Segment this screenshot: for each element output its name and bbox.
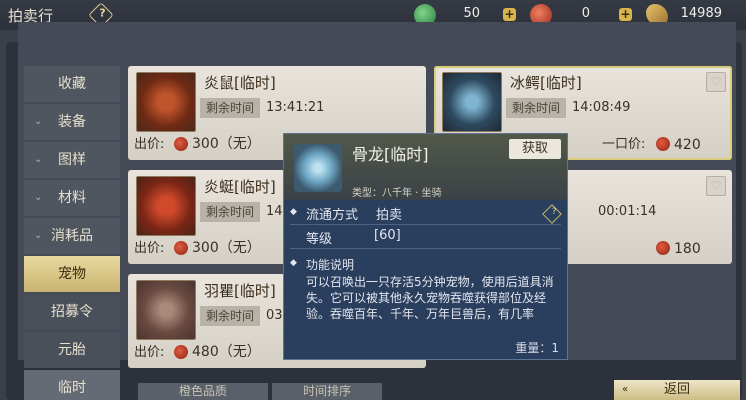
item-image (294, 144, 342, 192)
item-name: 羽瞿[临时] (204, 282, 276, 300)
remaining-time: 03 (266, 308, 283, 323)
price-value: 300（无） (192, 240, 261, 256)
price-value: 480（无） (192, 344, 261, 360)
remaining-time: 00:01:14 (598, 204, 657, 219)
sort-time-button[interactable]: 时间排序 (272, 383, 382, 400)
divider (290, 224, 561, 225)
coin-icon (174, 241, 188, 255)
item-image (136, 280, 196, 340)
chevron-down-icon: ⌄ (34, 192, 43, 203)
price-value: 420 (674, 137, 701, 153)
sidebar-item-patterns[interactable]: ⌄ 图样 (24, 142, 120, 178)
heart-icon[interactable]: ♡ (706, 72, 726, 92)
gold-currency-value: 14989 (680, 6, 722, 21)
bullet-icon: ◆ (290, 207, 297, 217)
remaining-time: 14 (266, 204, 283, 219)
sidebar-item-recruit[interactable]: 招募令 (24, 294, 120, 330)
sidebar-item-temporary[interactable]: 临时 (24, 370, 120, 400)
remaining-time-label: 剩余时间 (506, 98, 566, 118)
item-image (136, 72, 196, 132)
coin-icon (656, 241, 670, 255)
chevron-down-icon: ⌄ (34, 116, 43, 127)
remaining-time: 13:41:21 (266, 100, 325, 115)
sidebar-item-pets[interactable]: 宠物 (24, 256, 120, 292)
sidebar-item-consumables[interactable]: ⌄ 消耗品 (24, 218, 120, 254)
price-value: 180 (674, 241, 701, 257)
item-image (136, 176, 196, 236)
remaining-time: 14:08:49 (572, 100, 631, 115)
item-image (442, 72, 502, 132)
divider (290, 248, 561, 249)
category-sidebar: 收藏 ⌄ 装备 ⌄ 图样 ⌄ 材料 ⌄ 消耗品 宠物 招募令 元胎 临时 (24, 66, 120, 400)
sidebar-item-favorites[interactable]: 收藏 (24, 66, 120, 102)
price-label: 出价: (134, 137, 165, 152)
chevron-down-icon: ⌄ (34, 154, 43, 165)
tooltip-item-type: 类型：八千年 · 坐骑 (352, 188, 442, 199)
acquire-button[interactable]: 获取 (509, 139, 561, 159)
sidebar-item-equipment[interactable]: ⌄ 装备 (24, 104, 120, 140)
item-name: 冰鳄[临时] (510, 74, 582, 92)
price-label: 出价: (134, 345, 165, 360)
price-label: 一口价: (602, 137, 646, 152)
back-arrow-icon: « (622, 384, 629, 395)
level-label: 等级 (306, 232, 333, 247)
coin-icon (174, 345, 188, 359)
item-name: 炎蜓[临时] (204, 178, 276, 196)
add-jade-button[interactable]: + (503, 8, 516, 21)
heart-icon[interactable]: ♡ (706, 176, 726, 196)
item-name: 炎鼠[临时] (204, 74, 276, 92)
sidebar-item-materials[interactable]: ⌄ 材料 (24, 180, 120, 216)
chevron-down-icon: ⌄ (34, 230, 43, 241)
weight-value: 重量：1 (515, 341, 559, 355)
tooltip-item-name: 骨龙[临时] (352, 145, 429, 164)
item-tooltip: 骨龙[临时] 类型：八千年 · 坐骑 获取 ◆ 流通方式 拍卖 ? 等级 [60… (283, 133, 568, 360)
back-button-label: 返回 (663, 382, 690, 397)
price-label: 出价: (134, 241, 165, 256)
remaining-time-label: 剩余时间 (200, 306, 260, 326)
remaining-time-label: 剩余时间 (200, 98, 260, 118)
coin-icon (174, 137, 188, 151)
level-value: [60] (374, 228, 401, 243)
sidebar-item-embryo[interactable]: 元胎 (24, 332, 120, 368)
coin-icon (656, 137, 670, 151)
add-coin-button[interactable]: + (619, 8, 632, 21)
remaining-time-label: 剩余时间 (200, 202, 260, 222)
bullet-icon: ◆ (290, 258, 297, 268)
help-icon[interactable]: ? (542, 204, 562, 224)
back-button[interactable]: « 返回 (614, 380, 740, 400)
flow-label: 流通方式 (306, 208, 359, 223)
price-value: 300（无） (192, 136, 261, 152)
red-coin-value: 0 (581, 6, 590, 21)
description-text: 可以召唤出一只存活5分钟宠物，使用后道具消失。它可以被其他永久宠物吞噬获得部位及… (306, 275, 554, 321)
flow-value: 拍卖 (376, 208, 403, 223)
description-title: 功能说明 (306, 258, 355, 272)
jade-currency-value: 50 (463, 6, 480, 21)
sort-quality-button[interactable]: 橙色品质 (138, 383, 268, 400)
